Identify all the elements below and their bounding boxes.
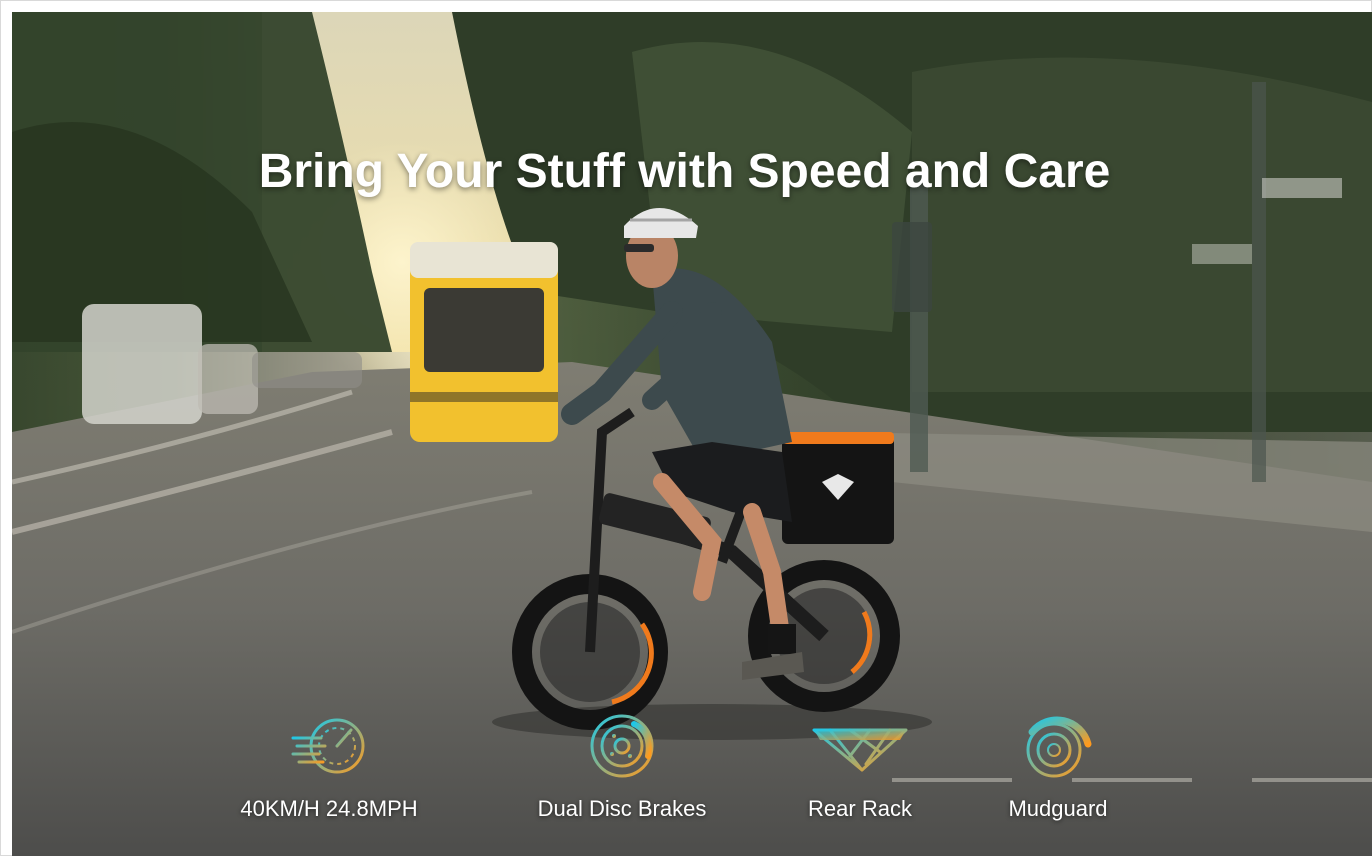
mudguard-icon — [1026, 716, 1092, 778]
disc-brake-icon — [590, 714, 654, 778]
feature-mudguard: Mudguard — [938, 708, 1178, 838]
headline: Bring Your Stuff with Speed and Care — [258, 145, 1111, 199]
speedometer-icon — [291, 718, 365, 774]
feature-label: Dual Disc Brakes — [537, 796, 707, 821]
feature-brakes: Dual Disc Brakes — [502, 708, 742, 838]
feature-label: 40KM/H 24.8MPH — [240, 796, 418, 821]
feature-speed: 40KM/H 24.8MPH — [209, 708, 449, 838]
product-banner: Bring Your Stuff with Speed and Care 40K… — [12, 12, 1372, 856]
feature-label: Mudguard — [1008, 796, 1108, 821]
rear-rack-icon — [812, 728, 908, 772]
